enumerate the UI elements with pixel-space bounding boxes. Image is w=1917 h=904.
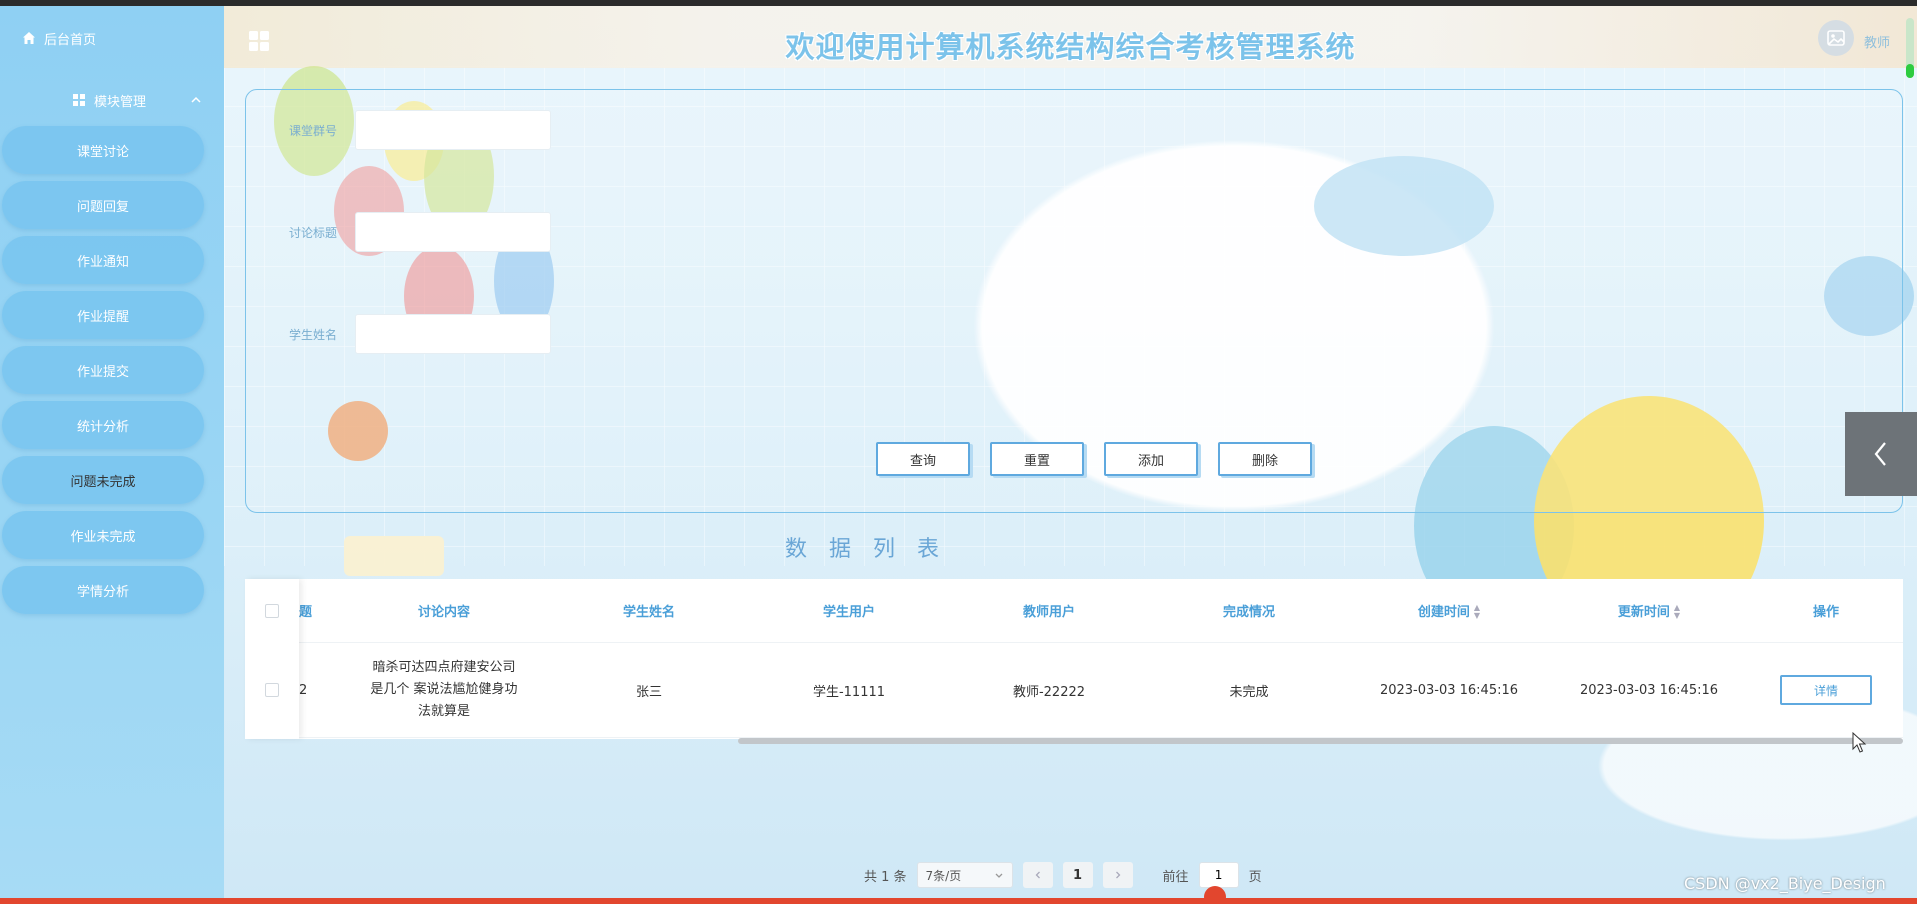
- sidebar-item-label: 问题未完成: [70, 474, 136, 490]
- table-row: 2 暗杀可达四点府建安公司是几个 案说法尴尬健身功法就算是 张三 学生-1111…: [245, 643, 1903, 738]
- pagination: 共 1 条 7条/页 1 前往 页: [864, 862, 1262, 888]
- add-button[interactable]: 添加: [1104, 442, 1198, 476]
- action-buttons: 查询 重置 添加 删除: [876, 442, 1312, 476]
- cell-created: 2023-03-03 16:45:16: [1379, 682, 1519, 698]
- chevron-left-icon: [1035, 871, 1040, 879]
- grid-icon: [73, 94, 85, 106]
- sidebar-item-classroom-discussion[interactable]: 课堂讨论: [2, 126, 204, 174]
- chevron-right-icon: [1115, 871, 1120, 879]
- image-icon: [1827, 30, 1845, 46]
- cell-status: 未完成: [1229, 684, 1269, 700]
- sidebar-item-homework-incomplete[interactable]: 作业未完成: [2, 511, 204, 559]
- chevron-down-icon: [995, 873, 1003, 878]
- form-row-discussion-title: 讨论标题: [289, 212, 551, 252]
- column-header-action: 操作: [1812, 605, 1839, 620]
- page-size-value: 7条/页: [925, 868, 962, 883]
- sidebar: 后台首页 模块管理 课堂讨论 问题回复 作业通知 作业提醒 作业提交 统计分析 …: [0, 6, 224, 898]
- sidebar-module-label: 模块管理: [94, 94, 147, 110]
- sidebar-item-label: 作业未完成: [70, 529, 136, 545]
- goto-suffix: 页: [1248, 869, 1262, 885]
- column-header-created-label: 创建时间: [1417, 604, 1470, 620]
- list-title: 数据列表: [784, 537, 961, 562]
- cell-student-user: 学生-11111: [812, 684, 886, 700]
- form-row-class-group: 课堂群号: [289, 110, 551, 150]
- sidebar-item-label: 统计分析: [76, 419, 129, 435]
- bottom-progress-bar: [0, 898, 1917, 904]
- column-header-student-user: 学生用户: [822, 605, 875, 620]
- sort-icon[interactable]: ▲ ▼: [1474, 604, 1480, 620]
- right-drawer-toggle[interactable]: [1845, 412, 1917, 496]
- column-header-student-name: 学生姓名: [622, 605, 675, 620]
- column-header-status: 完成情况: [1222, 605, 1275, 620]
- mouse-cursor-icon: [1852, 732, 1867, 753]
- sidebar-item-homework-reminder[interactable]: 作业提醒: [2, 291, 204, 339]
- form-row-student-name: 学生姓名: [289, 314, 551, 354]
- table-header: 题 讨论内容 学生姓名 学生用户 教师用户 完成情况 创建时间 ▲ ▼ 更新时间 ▲ ▼…: [245, 579, 1903, 643]
- cell-teacher-user: 教师-22222: [1012, 684, 1086, 700]
- select-all-checkbox[interactable]: [265, 604, 279, 618]
- main-area: 欢迎使用计算机系统结构综合考核管理系统 教师 课堂群号 讨论标题 学生姓名 查询…: [224, 6, 1917, 898]
- cell-content: 暗杀可达四点府建安公司是几个 案说法尴尬健身功法就算是: [370, 660, 518, 719]
- class-group-label: 课堂群号: [289, 123, 338, 138]
- delete-button[interactable]: 删除: [1218, 442, 1312, 476]
- sidebar-home-label: 后台首页: [44, 32, 97, 48]
- prev-page-button[interactable]: [1022, 862, 1053, 888]
- watermark: CSDN @vx2_Biye_Design: [1684, 874, 1886, 893]
- goto-prefix: 前往: [1162, 869, 1189, 885]
- pagination-total: 共 1 条: [864, 869, 907, 885]
- progress-handle[interactable]: [1204, 886, 1226, 904]
- student-name-label: 学生姓名: [289, 327, 338, 342]
- page-number-current[interactable]: 1: [1062, 862, 1093, 888]
- cell-partial: 2: [299, 682, 308, 698]
- sidebar-item-question-reply[interactable]: 问题回复: [2, 181, 204, 229]
- sidebar-item-label: 课堂讨论: [76, 144, 129, 160]
- sort-icon[interactable]: ▲ ▼: [1674, 604, 1680, 620]
- sidebar-item-question-incomplete[interactable]: 问题未完成: [2, 456, 204, 504]
- user-avatar[interactable]: [1818, 20, 1854, 56]
- chevron-left-icon: [1874, 442, 1886, 466]
- sidebar-item-homework-submit[interactable]: 作业提交: [2, 346, 204, 394]
- column-header-teacher-user: 教师用户: [1022, 605, 1075, 620]
- column-header-updated[interactable]: 更新时间 ▲ ▼: [1549, 601, 1749, 621]
- column-header-content: 讨论内容: [417, 605, 470, 620]
- discussion-title-input[interactable]: [355, 212, 551, 252]
- sidebar-home[interactable]: 后台首页: [22, 28, 96, 48]
- chevron-up-icon: [191, 96, 201, 103]
- page-scrollbar[interactable]: [1906, 18, 1914, 78]
- data-table: 题 讨论内容 学生姓名 学生用户 教师用户 完成情况 创建时间 ▲ ▼ 更新时间 ▲ ▼…: [245, 579, 1903, 744]
- page-title: 欢迎使用计算机系统结构综合考核管理系统: [785, 30, 1356, 64]
- row-checkbox[interactable]: [265, 683, 279, 697]
- sidebar-item-label: 作业提醒: [76, 309, 129, 325]
- table-horizontal-scrollbar[interactable]: [738, 738, 1903, 744]
- cell-student-name: 张三: [635, 684, 662, 700]
- sidebar-item-label: 问题回复: [76, 199, 129, 215]
- column-header-created[interactable]: 创建时间 ▲ ▼: [1349, 601, 1549, 621]
- sidebar-item-label: 作业通知: [76, 254, 129, 270]
- student-name-input[interactable]: [355, 314, 551, 354]
- cell-updated: 2023-03-03 16:45:16: [1579, 682, 1719, 698]
- sidebar-item-statistics[interactable]: 统计分析: [2, 401, 204, 449]
- reset-button[interactable]: 重置: [990, 442, 1084, 476]
- discussion-title-label: 讨论标题: [289, 225, 338, 240]
- sidebar-item-homework-notice[interactable]: 作业通知: [2, 236, 204, 284]
- query-button[interactable]: 查询: [876, 442, 970, 476]
- home-icon: [23, 32, 35, 44]
- fixed-checkbox-column: [245, 579, 299, 739]
- user-role[interactable]: 教师: [1864, 32, 1890, 51]
- sidebar-item-label: 学情分析: [76, 584, 129, 600]
- sidebar-menu: 课堂讨论 问题回复 作业通知 作业提醒 作业提交 统计分析 问题未完成 作业未完…: [2, 126, 204, 621]
- page-size-select[interactable]: 7条/页: [916, 862, 1013, 888]
- sidebar-item-learning-analysis[interactable]: 学情分析: [2, 566, 204, 614]
- next-page-button[interactable]: [1102, 862, 1133, 888]
- search-panel: 课堂群号 讨论标题 学生姓名 查询 重置 添加 删除: [245, 89, 1903, 513]
- goto-page-input[interactable]: [1198, 862, 1239, 888]
- class-group-input[interactable]: [355, 110, 551, 150]
- sidebar-item-label: 作业提交: [76, 364, 129, 380]
- column-header-updated-label: 更新时间: [1617, 604, 1670, 620]
- column-header-title: 题: [299, 605, 313, 620]
- sidebar-module-group[interactable]: 模块管理: [72, 90, 202, 110]
- detail-button[interactable]: 详情: [1780, 675, 1872, 705]
